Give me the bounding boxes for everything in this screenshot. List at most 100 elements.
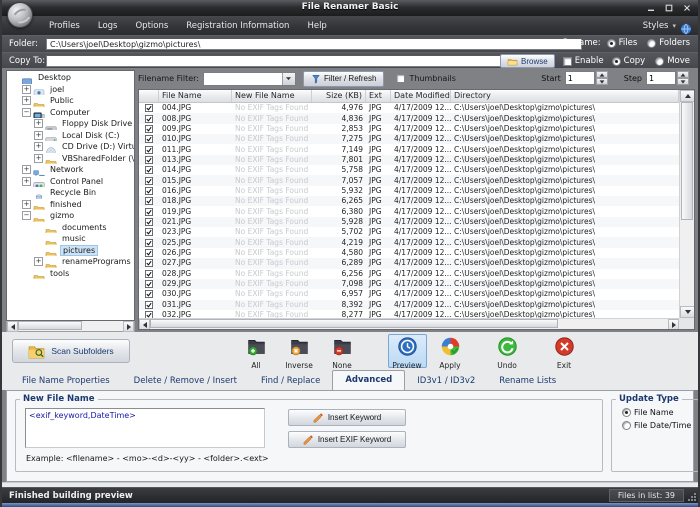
table-row[interactable]: 026.JPGNo EXIF Tags Found4,580JPG4/17/20…	[139, 248, 679, 258]
row-checkbox[interactable]	[139, 239, 159, 247]
expander-icon[interactable]: +	[34, 154, 43, 163]
inverse-button[interactable]: Inverse	[280, 334, 319, 368]
row-checkbox[interactable]	[139, 270, 159, 278]
scan-subfolders-button[interactable]: Scan Subfolders	[12, 339, 130, 363]
table-row[interactable]: 025.JPGNo EXIF Tags Found4,219JPG4/17/20…	[139, 237, 679, 247]
tree-item-pictures[interactable]: pictures	[7, 245, 134, 257]
tab-rename-lists[interactable]: Rename Lists	[487, 372, 568, 390]
tree-item-music[interactable]: music	[7, 233, 134, 245]
tree-item-vbsharedfolder-vboxsvr-2[interactable]: +VBSharedFolder (\\vboxsvr) (2	[7, 153, 134, 165]
tree-item-floppy-disk-drive-a[interactable]: +Floppy Disk Drive (A:)	[7, 118, 134, 130]
table-row[interactable]: 016.JPGNo EXIF Tags Found5,932JPG4/17/20…	[139, 186, 679, 196]
menu-item-help[interactable]: Help	[298, 18, 335, 34]
table-row[interactable]: 029.JPGNo EXIF Tags Found7,098JPG4/17/20…	[139, 279, 679, 289]
radio-file-name[interactable]: File Name	[622, 408, 698, 417]
expander-icon[interactable]: +	[22, 85, 31, 94]
combo-dropdown-icon[interactable]	[282, 73, 295, 85]
expander-icon[interactable]: +	[34, 131, 43, 140]
table-row[interactable]: 018.JPGNo EXIF Tags Found6,265JPG4/17/20…	[139, 196, 679, 206]
apply-button[interactable]: Apply	[431, 334, 470, 368]
maximize-button[interactable]	[663, 3, 674, 12]
tree-item-cd-drive-d-virtualbox-guest[interactable]: +CD Drive (D:) VirtualBox Guest	[7, 141, 134, 153]
header-ext[interactable]: Ext	[366, 90, 391, 102]
start-input[interactable]	[565, 71, 595, 85]
scroll-down-icon[interactable]	[680, 306, 695, 318]
spinner-down-icon[interactable]	[596, 78, 608, 85]
table-row[interactable]: 028.JPGNo EXIF Tags Found6,256JPG4/17/20…	[139, 269, 679, 279]
tree-item-desktop[interactable]: Desktop	[7, 72, 134, 84]
table-row[interactable]: 010.JPGNo EXIF Tags Found7,275JPG4/17/20…	[139, 134, 679, 144]
filename-filter-combo[interactable]	[203, 72, 296, 86]
table-row[interactable]: 008.JPGNo EXIF Tags Found4,836JPG4/17/20…	[139, 113, 679, 123]
table-row[interactable]: 011.JPGNo EXIF Tags Found7,149JPG4/17/20…	[139, 144, 679, 154]
table-vertical-scrollbar[interactable]	[679, 90, 694, 318]
table-row[interactable]: 030.JPGNo EXIF Tags Found6,957JPG4/17/20…	[139, 289, 679, 299]
radio-files[interactable]: Files	[607, 38, 638, 48]
menu-item-registration-information[interactable]: Registration Information	[177, 18, 298, 34]
row-checkbox[interactable]	[139, 290, 159, 298]
radio-file-date-time[interactable]: File Date/Time	[622, 421, 698, 430]
row-checkbox[interactable]	[139, 249, 159, 257]
row-checkbox[interactable]	[139, 104, 159, 112]
copy-to-input[interactable]	[46, 55, 537, 67]
row-checkbox[interactable]	[139, 218, 159, 226]
expander-icon[interactable]: +	[34, 257, 43, 266]
row-checkbox[interactable]	[139, 259, 159, 267]
row-checkbox[interactable]	[139, 208, 159, 216]
scroll-right-icon[interactable]	[123, 321, 134, 332]
styles-menu[interactable]: Styles ▾	[643, 16, 692, 35]
radio-folders[interactable]: Folders	[647, 38, 690, 48]
row-checkbox[interactable]	[139, 197, 159, 205]
filename-filter-input[interactable]	[204, 73, 282, 85]
all-button[interactable]: All	[237, 334, 276, 368]
tree-item-joel[interactable]: +joel	[7, 84, 134, 96]
tree-item-local-disk-c[interactable]: +Local Disk (C:)	[7, 130, 134, 142]
table-row[interactable]: 004.JPGNo EXIF Tags Found4,976JPG4/17/20…	[139, 103, 679, 113]
row-checkbox[interactable]	[139, 156, 159, 164]
header-date-modified[interactable]: Date Modified	[391, 90, 451, 102]
row-checkbox[interactable]	[139, 280, 159, 288]
table-row[interactable]: 023.JPGNo EXIF Tags Found5,702JPG4/17/20…	[139, 227, 679, 237]
undo-button[interactable]: Undo	[488, 334, 527, 368]
table-row[interactable]: 015.JPGNo EXIF Tags Found7,057JPG4/17/20…	[139, 175, 679, 185]
scrollbar-thumb[interactable]	[681, 102, 693, 220]
row-checkbox[interactable]	[139, 228, 159, 236]
menu-item-profiles[interactable]: Profiles	[40, 18, 89, 34]
table-row[interactable]: 019.JPGNo EXIF Tags Found6,380JPG4/17/20…	[139, 206, 679, 216]
enable-checkbox[interactable]: Enable	[563, 56, 604, 66]
spinner-down-icon[interactable]	[677, 78, 689, 85]
tab-advanced[interactable]: Advanced	[332, 370, 405, 390]
step-input[interactable]	[646, 71, 676, 85]
table-row[interactable]: 013.JPGNo EXIF Tags Found7,801JPG4/17/20…	[139, 155, 679, 165]
tree-item-recycle-bin[interactable]: Recycle Bin	[7, 187, 134, 199]
tree-item-gizmo[interactable]: −gizmo	[7, 210, 134, 222]
filter-refresh-button[interactable]: Filter / Refresh	[303, 71, 384, 87]
expander-icon[interactable]: +	[22, 200, 31, 209]
header-directory[interactable]: Directory	[451, 90, 679, 102]
scroll-up-icon[interactable]	[680, 90, 695, 102]
row-checkbox[interactable]	[139, 125, 159, 133]
minimize-button[interactable]	[645, 3, 656, 12]
thumbnails-checkbox[interactable]: Thumbnails	[396, 74, 455, 83]
expander-icon[interactable]: +	[22, 165, 31, 174]
scroll-right-icon[interactable]	[668, 319, 679, 330]
table-row[interactable]: 031.JPGNo EXIF Tags Found8,392JPG4/17/20…	[139, 300, 679, 310]
tree-item-computer[interactable]: −Computer	[7, 107, 134, 119]
tab-find-replace[interactable]: Find / Replace	[249, 372, 332, 390]
row-checkbox[interactable]	[139, 146, 159, 154]
scroll-left-icon[interactable]	[139, 319, 150, 330]
menu-item-options[interactable]: Options	[126, 18, 177, 34]
expander-icon[interactable]: +	[22, 177, 31, 186]
folder-input[interactable]	[46, 38, 582, 50]
tab-delete-remove-insert[interactable]: Delete / Remove / Insert	[122, 372, 249, 390]
row-checkbox[interactable]	[139, 135, 159, 143]
row-checkbox[interactable]	[139, 177, 159, 185]
preview-button[interactable]: Preview	[388, 334, 427, 368]
expander-icon[interactable]: −	[22, 108, 31, 117]
menu-item-logs[interactable]: Logs	[89, 18, 127, 34]
tab-file-name-properties[interactable]: File Name Properties	[10, 372, 122, 390]
table-horizontal-scrollbar[interactable]	[139, 318, 679, 329]
header-size-kb[interactable]: Size (KB)	[312, 90, 366, 102]
exit-button[interactable]: Exit	[545, 334, 584, 368]
expander-icon[interactable]: +	[34, 142, 43, 151]
